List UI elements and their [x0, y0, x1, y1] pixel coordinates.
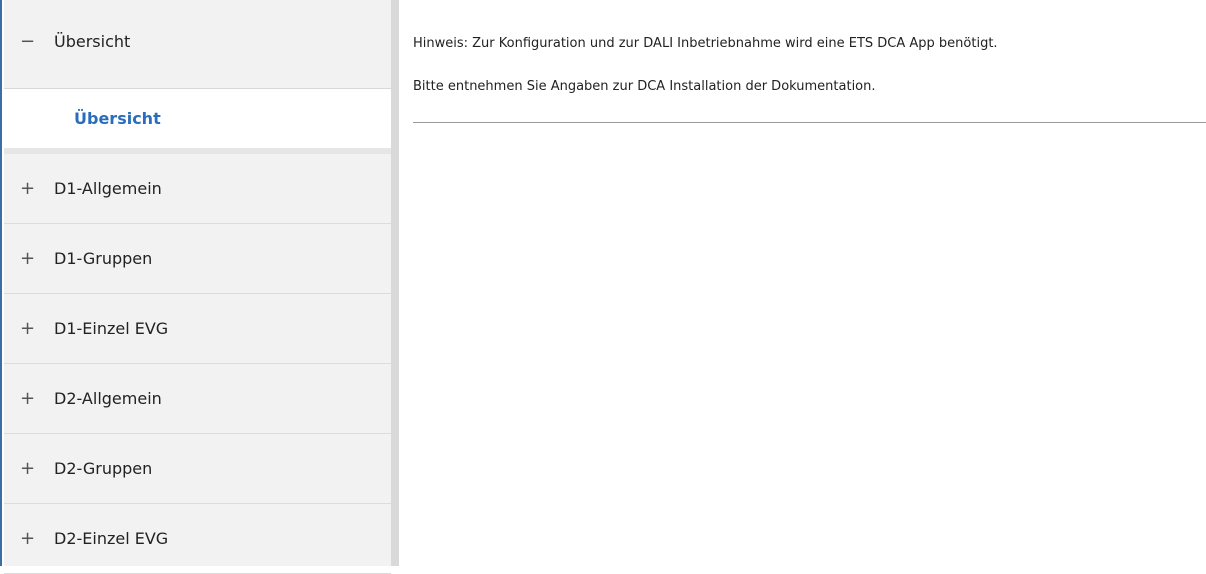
hint-text: Hinweis: Zur Konfiguration und zur DALI … [413, 36, 998, 51]
expand-icon[interactable]: + [20, 224, 35, 294]
sidebar-group-d2-einzel-evg[interactable]: + D2-Einzel EVG [4, 504, 391, 574]
sidebar-scrollbar[interactable] [391, 0, 399, 566]
sidebar-group-label: D2-Allgemein [54, 389, 162, 408]
sidebar-group-d1-gruppen[interactable]: + D1-Gruppen [4, 224, 391, 294]
sidebar-group-label: D1-Gruppen [54, 249, 153, 268]
sidebar-group-d1-allgemein[interactable]: + D1-Allgemein [4, 154, 391, 224]
sidebar-group-d2-allgemein[interactable]: + D2-Allgemein [4, 364, 391, 434]
sidebar-group-uebersicht[interactable]: − Übersicht [4, 0, 391, 76]
sidebar-group-label: D1-Einzel EVG [54, 319, 169, 338]
sidebar-group-label: Übersicht [54, 32, 131, 51]
horizontal-separator [413, 122, 1206, 123]
expand-icon[interactable]: + [20, 434, 35, 504]
expand-icon[interactable]: + [20, 294, 35, 364]
expand-icon[interactable]: + [20, 364, 35, 434]
parameter-sidebar: − Übersicht Übersicht + D1-Allgemein + D… [4, 0, 391, 574]
expand-icon[interactable]: + [20, 154, 35, 224]
hint-text-documentation: Bitte entnehmen Sie Angaben zur DCA Inst… [413, 79, 876, 94]
sidebar-group-label: D2-Gruppen [54, 459, 153, 478]
parameter-content: Hinweis: Zur Konfiguration und zur DALI … [402, 0, 1206, 566]
sidebar-group-label: D1-Allgemein [54, 179, 162, 198]
sidebar-item-uebersicht[interactable]: Übersicht [4, 88, 391, 148]
collapse-icon[interactable]: − [20, 0, 35, 84]
sidebar-group-d2-gruppen[interactable]: + D2-Gruppen [4, 434, 391, 504]
sidebar-item-label: Übersicht [74, 109, 161, 128]
sidebar-group-label: D2-Einzel EVG [54, 529, 169, 548]
sidebar-group-d1-einzel-evg[interactable]: + D1-Einzel EVG [4, 294, 391, 364]
caret-pointer-icon [24, 76, 48, 88]
window-frame: − Übersicht Übersicht + D1-Allgemein + D… [0, 0, 1206, 574]
expand-icon[interactable]: + [20, 504, 35, 574]
